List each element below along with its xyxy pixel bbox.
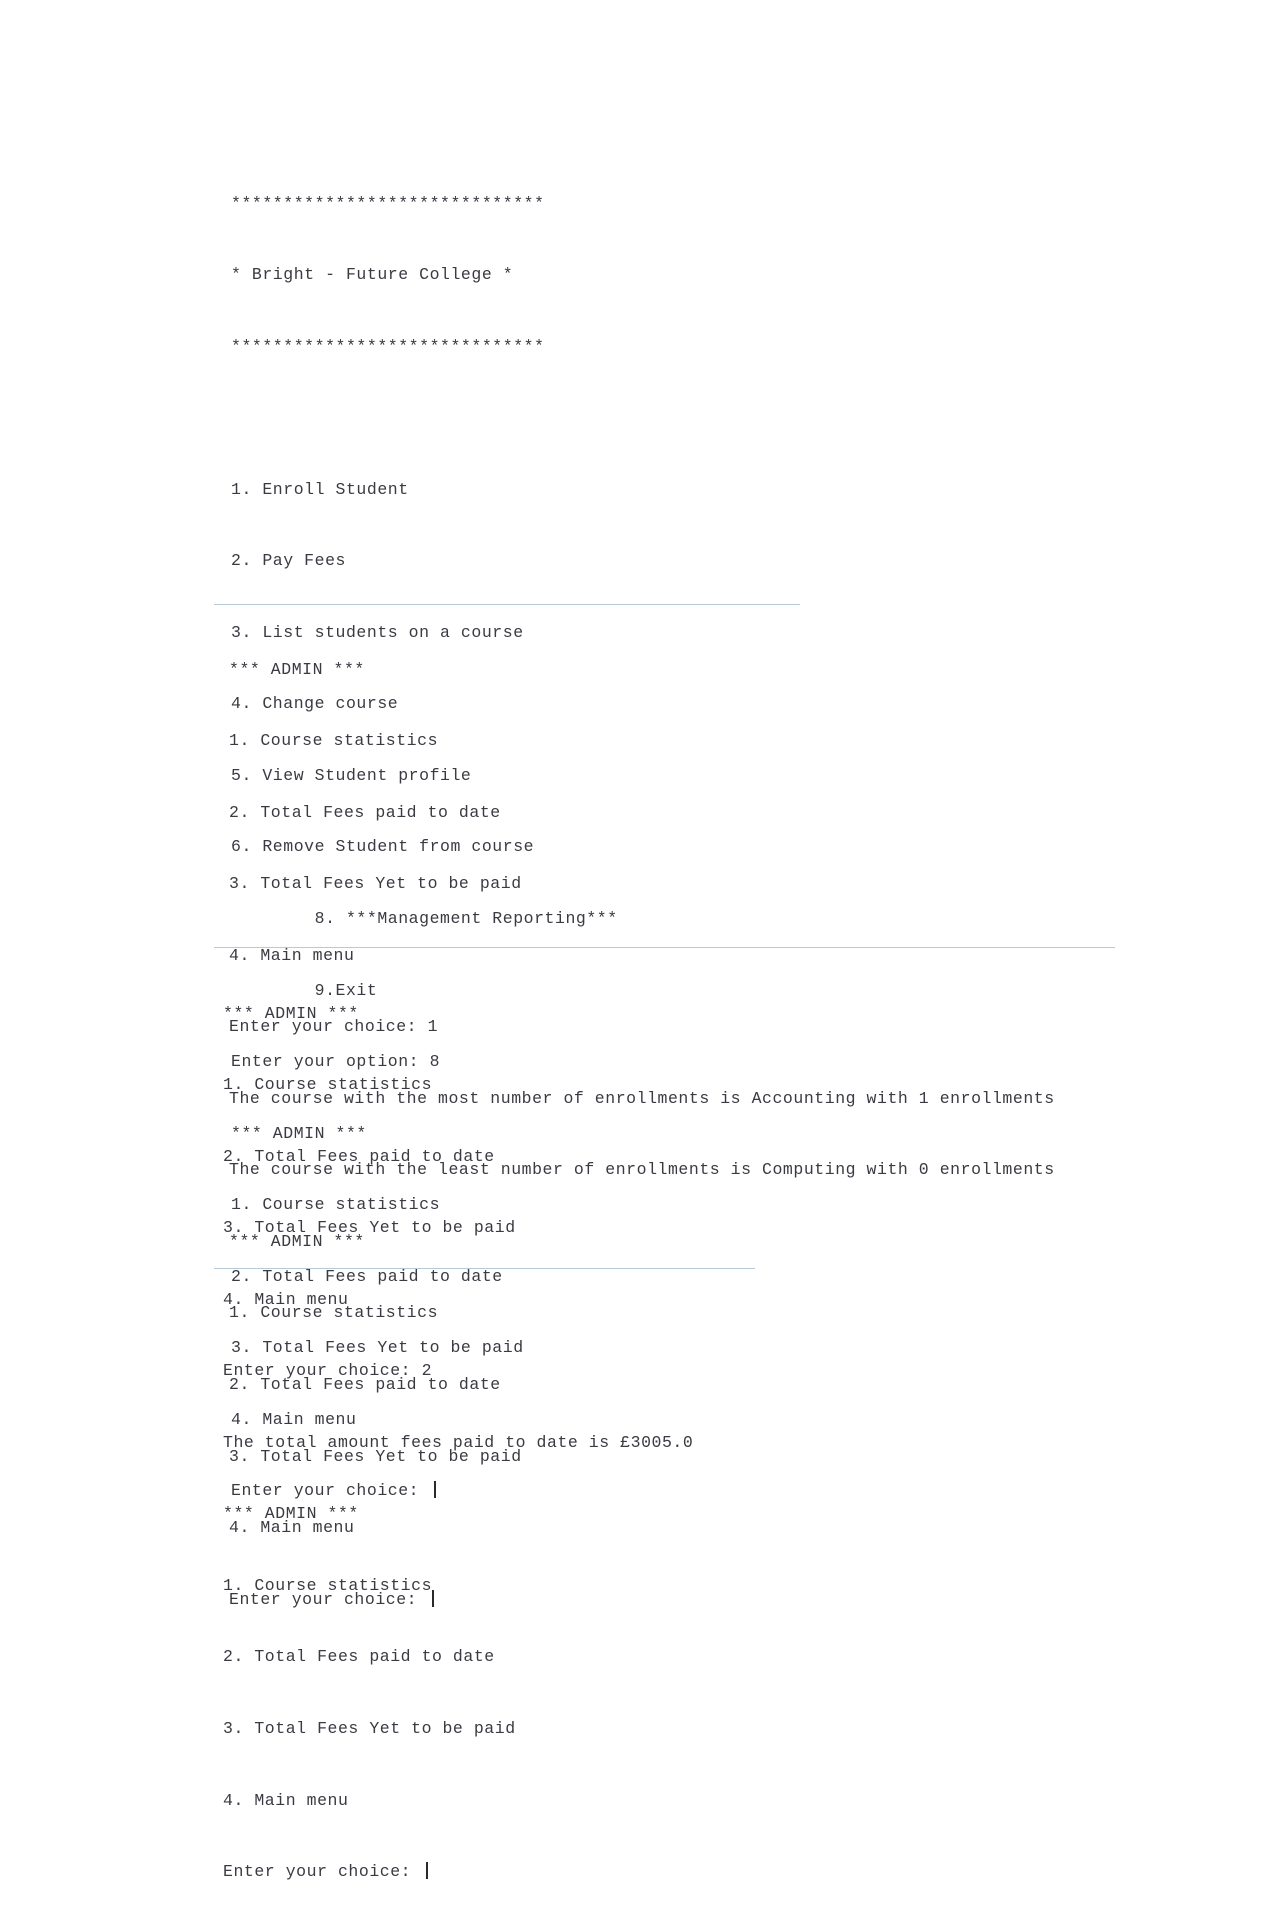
section-divider-1 bbox=[214, 604, 800, 605]
admin-heading: *** ADMIN *** bbox=[223, 1003, 359, 1023]
admin-item-total-fees-paid: 2. Total Fees paid to date bbox=[229, 802, 501, 822]
admin-item-total-fees-yet: 3. Total Fees Yet to be paid bbox=[229, 874, 522, 894]
banner-title: * Bright - Future College * bbox=[231, 265, 514, 285]
admin-item-course-statistics: 1. Course statistics bbox=[229, 731, 439, 751]
admin-item-total-fees-paid: 2. Total Fees paid to date bbox=[223, 1146, 495, 1166]
result-total-fees-paid: The total amount fees paid to date is £3… bbox=[223, 1432, 694, 1452]
banner-bottom-rule: ****************************** bbox=[231, 336, 545, 356]
admin-item-total-fees-yet: 3. Total Fees Yet to be paid bbox=[223, 1218, 516, 1238]
admin-item-course-statistics: 1. Course statistics bbox=[223, 1075, 433, 1095]
admin-heading: *** ADMIN *** bbox=[229, 659, 365, 679]
admin-heading: *** ADMIN *** bbox=[223, 1504, 359, 1524]
banner-top-rule: ****************************** bbox=[231, 193, 545, 213]
section-divider-2 bbox=[214, 947, 1115, 948]
admin-item-course-statistics: 1. Course statistics bbox=[223, 1575, 433, 1595]
admin-item-main-menu: 4. Main menu bbox=[223, 1289, 349, 1309]
section-divider-3 bbox=[214, 1268, 755, 1269]
prompt-enter-your-choice[interactable]: Enter your choice: bbox=[223, 1860, 693, 1884]
menu-item-enroll-student: 1. Enroll Student bbox=[231, 479, 409, 499]
console-output-block-3: *** ADMIN *** 1. Course statistics 2. To… bbox=[223, 954, 693, 1932]
prompt-enter-your-choice-2: Enter your choice: 2 bbox=[223, 1361, 433, 1381]
admin-item-total-fees-yet: 3. Total Fees Yet to be paid bbox=[223, 1719, 516, 1738]
admin-item-total-fees-paid: 2. Total Fees paid to date bbox=[223, 1647, 495, 1667]
menu-item-pay-fees: 2. Pay Fees bbox=[231, 551, 346, 571]
document-page: ****************************** * Bright … bbox=[0, 0, 1275, 1881]
admin-item-main-menu: 4. Main menu bbox=[223, 1790, 349, 1810]
prompt-label: Enter your choice: bbox=[223, 1862, 422, 1882]
text-cursor-icon bbox=[425, 1862, 428, 1880]
